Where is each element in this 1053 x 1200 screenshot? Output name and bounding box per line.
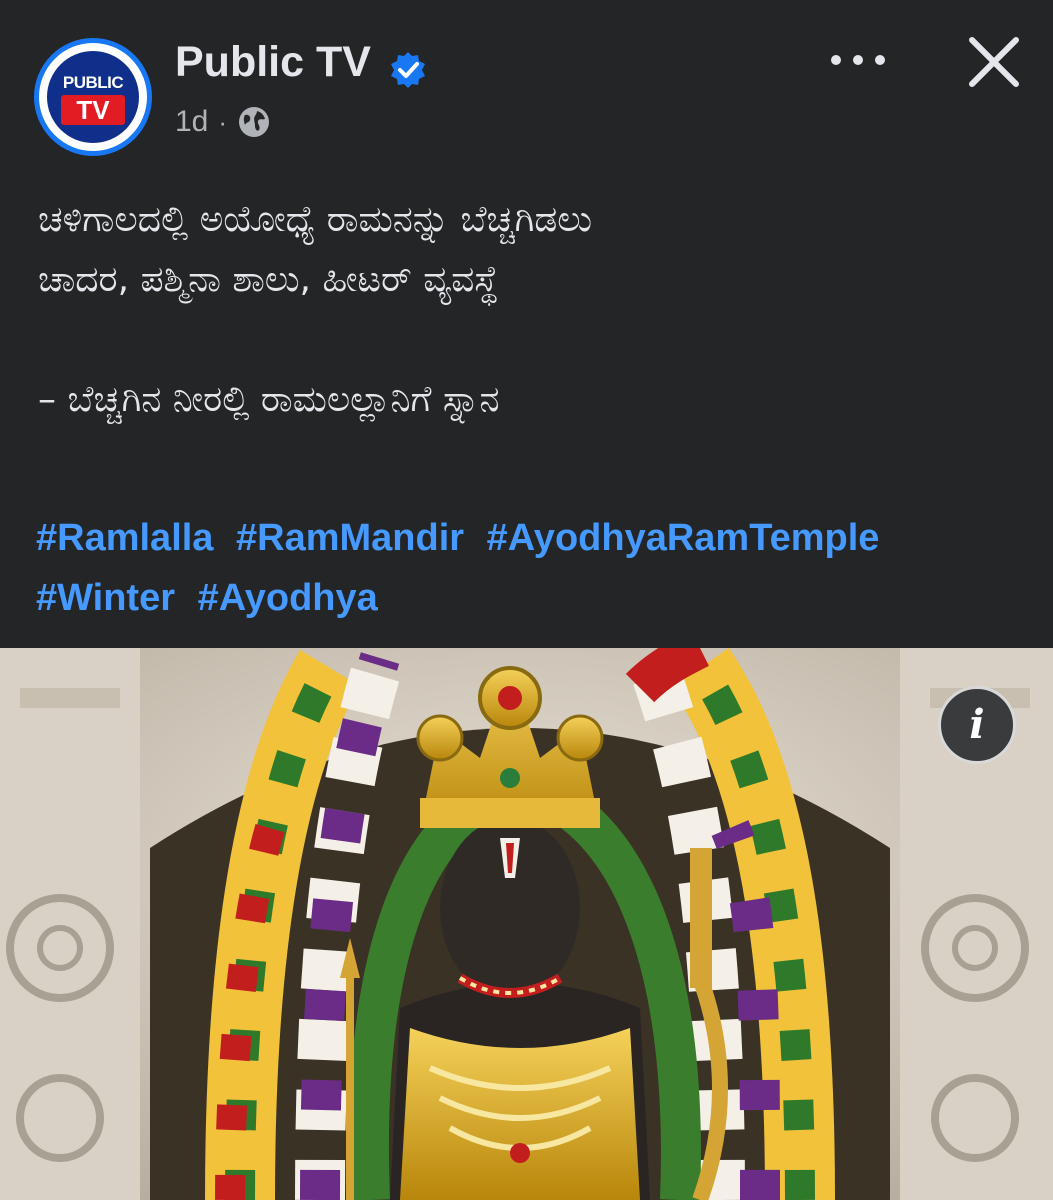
public-tv-logo: PUBLIC TV [47,51,139,143]
page-name[interactable]: Public TV [175,38,371,87]
hashtag-link[interactable]: #AyodhyaRamTemple [487,517,880,559]
logo-text-top: PUBLIC [62,73,124,92]
post-time[interactable]: 1d [175,105,208,139]
meta-separator: · [218,106,228,137]
caption-line: ಚಾದರ, ಪಶ್ಮಿನಾ ಶಾಲು, ಹೀಟರ್ ವ್ಯವಸ್ಥೆ [38,259,499,300]
ram-lalla-idol-image [0,648,1053,1200]
hashtag-link[interactable]: #Ayodhya [198,577,378,619]
more-options-icon[interactable] [826,40,890,80]
post-meta: 1d · [175,105,271,139]
hashtag-link[interactable]: #Ramlalla [36,517,213,559]
verified-badge-icon [391,52,425,88]
post-caption: ಚಳಿಗಾಲದಲ್ಲಿ ಅಯೋಧ್ಯೆ ರಾಮನನ್ನು ಬೆಚ್ಚಗಿಡಲು … [38,190,1028,430]
caption-line: – ಬೆಚ್ಚಗಿನ ನೀರಲ್ಲಿ ರಾಮಲಲ್ಲಾನಿಗೆ ಸ್ನಾನ [38,379,500,420]
caption-line: ಚಳಿಗಾಲದಲ್ಲಿ ಅಯೋಧ್ಯೆ ರಾಮನನ್ನು ಬೆಚ್ಚಗಿಡಲು [38,199,593,240]
caption-gap [38,310,1028,370]
post-photo[interactable] [0,648,1053,1200]
post-header: PUBLIC TV Public TV 1d · [0,0,1053,160]
hashtag-link[interactable]: #Winter [36,577,175,619]
hashtag-link[interactable]: #RamMandir [236,517,464,559]
page-avatar[interactable]: PUBLIC TV [34,38,152,156]
globe-icon [239,107,270,137]
close-icon[interactable] [962,30,1026,94]
info-icon[interactable]: i [938,686,1016,764]
hashtag-list: #Ramlalla #RamMandir #AyodhyaRamTemple #… [36,508,1036,628]
logo-text-bottom: TV [61,95,125,125]
